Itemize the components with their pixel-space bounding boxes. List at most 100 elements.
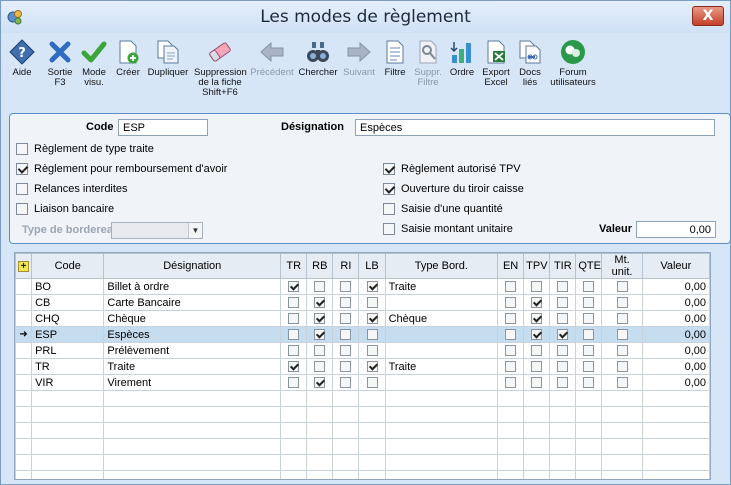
grid-checkbox-cell[interactable] [280,374,308,391]
empty-cell[interactable] [641,422,710,439]
cell-valeur[interactable]: 0,00 [641,310,710,327]
linked-docs-button[interactable]: Docs liés [515,39,545,88]
empty-cell[interactable] [306,470,334,479]
grid-checkbox[interactable] [340,297,352,309]
grid-checkbox-cell[interactable] [306,294,334,311]
grid-checkbox-cell[interactable] [358,294,386,311]
grid-checkbox-cell[interactable] [497,310,525,327]
grid-checkbox-cell[interactable] [549,326,577,343]
grid-checkbox[interactable] [616,313,628,325]
empty-cell[interactable] [384,406,499,423]
empty-cell[interactable] [601,470,643,479]
empty-cell[interactable] [549,422,577,439]
checkbox-box[interactable] [16,163,28,175]
empty-cell[interactable] [332,390,360,407]
grid-checkbox[interactable] [583,313,595,325]
empty-cell[interactable] [497,454,525,471]
column-header[interactable]: LB [358,253,386,279]
grid-checkbox-cell[interactable] [549,278,577,295]
empty-cell[interactable] [575,406,603,423]
empty-cell[interactable] [31,422,105,439]
checkbox-box[interactable] [16,143,28,155]
empty-cell[interactable] [15,406,33,423]
grid-checkbox[interactable] [583,281,595,293]
empty-cell[interactable] [384,438,499,455]
empty-cell[interactable] [103,390,282,407]
cell-code[interactable]: VIR [31,374,105,391]
grid-checkbox-cell[interactable] [549,374,577,391]
grid-checkbox[interactable] [505,361,517,373]
grid-checkbox[interactable] [314,377,326,389]
empty-cell[interactable] [523,454,551,471]
grid-checkbox-cell[interactable] [497,326,525,343]
grid-checkbox[interactable] [288,297,300,309]
grid-checkbox-cell[interactable] [575,374,603,391]
cell-type-bord[interactable]: Traite [384,278,499,295]
empty-cell[interactable] [497,470,525,479]
empty-cell[interactable] [601,390,643,407]
grid-checkbox-cell[interactable] [358,374,386,391]
grid-checkbox[interactable] [314,345,326,357]
empty-cell[interactable] [103,470,282,479]
grid-checkbox-cell[interactable] [306,310,334,327]
empty-cell[interactable] [384,470,499,479]
grid-checkbox[interactable] [366,345,378,357]
grid-checkbox[interactable] [288,345,300,357]
grid-checkbox-cell[interactable] [306,326,334,343]
grid-checkbox-cell[interactable] [601,342,643,359]
valeur-input[interactable]: 0,00 [636,221,716,238]
grid-checkbox[interactable] [616,281,628,293]
column-header[interactable]: RI [332,253,360,279]
cell-designation[interactable]: Billet à ordre [103,278,282,295]
grid-checkbox-cell[interactable] [332,278,360,295]
grid-checkbox-cell[interactable] [497,374,525,391]
column-header[interactable]: RB [306,253,334,279]
grid-checkbox[interactable] [616,361,628,373]
grid-checkbox[interactable] [340,377,352,389]
empty-cell[interactable] [575,422,603,439]
grid-checkbox-cell[interactable] [523,310,551,327]
empty-cell[interactable] [549,438,577,455]
column-header[interactable]: Désignation [103,253,282,279]
cell-designation[interactable]: Carte Bancaire [103,294,282,311]
grid-checkbox-cell[interactable] [332,326,360,343]
grid-checkbox[interactable] [366,377,378,389]
empty-cell[interactable] [384,454,499,471]
empty-cell[interactable] [358,470,386,479]
grid-checkbox-cell[interactable] [575,310,603,327]
grid-checkbox-cell[interactable] [523,294,551,311]
empty-cell[interactable] [575,470,603,479]
empty-cell[interactable] [31,390,105,407]
empty-cell[interactable] [641,470,710,479]
grid-checkbox-cell[interactable] [280,358,308,375]
grid-checkbox[interactable] [340,313,352,325]
empty-cell[interactable] [15,438,33,455]
empty-row[interactable] [15,390,710,407]
empty-cell[interactable] [332,454,360,471]
cell-valeur[interactable]: 0,00 [641,374,710,391]
column-header[interactable]: Valeur [641,253,710,279]
grid-checkbox[interactable] [366,361,378,373]
grid-checkbox[interactable] [505,297,517,309]
grid-checkbox[interactable] [505,377,517,389]
empty-cell[interactable] [15,470,33,479]
empty-cell[interactable] [31,454,105,471]
cell-designation[interactable]: Prélèvement [103,342,282,359]
grid-checkbox-cell[interactable] [523,374,551,391]
cell-valeur[interactable]: 0,00 [641,294,710,311]
grid-checkbox-cell[interactable] [549,310,577,327]
empty-cell[interactable] [31,406,105,423]
checkbox-saisie-montant-unitaire[interactable]: Saisie montant unitaire [383,223,513,235]
grid-checkbox-cell[interactable] [332,358,360,375]
grid-checkbox[interactable] [505,329,517,341]
grid-checkbox[interactable] [616,329,628,341]
cell-type-bord[interactable]: Chèque [384,310,499,327]
empty-row[interactable] [15,406,710,423]
checkbox-saisie-d-une-quantit-[interactable]: Saisie d'une quantité [383,203,503,215]
grid-checkbox[interactable] [557,329,569,341]
next-button[interactable]: Suivant [341,39,377,78]
cell-valeur[interactable]: 0,00 [641,358,710,375]
create-button[interactable]: Créer [113,39,143,78]
cell-valeur[interactable]: 0,00 [641,342,710,359]
grid-checkbox[interactable] [340,345,352,357]
